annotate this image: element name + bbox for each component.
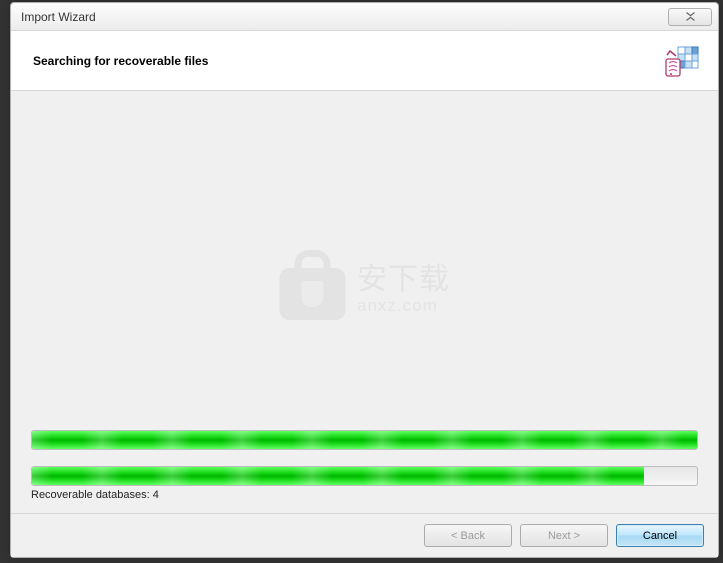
import-wizard-window: Import Wizard Searching for recoverable … xyxy=(10,2,719,558)
wizard-cube-icon xyxy=(664,45,700,84)
watermark-en-text: anxz.com xyxy=(357,296,450,316)
back-button[interactable]: < Back xyxy=(424,524,512,547)
lock-icon xyxy=(279,250,345,320)
watermark: 安下载 anxz.com xyxy=(279,250,450,320)
titlebar: Import Wizard xyxy=(11,3,718,31)
button-bar: < Back Next > Cancel xyxy=(11,513,718,557)
close-button[interactable] xyxy=(668,8,712,26)
watermark-cn-text: 安下载 xyxy=(357,254,450,298)
status-label: Recoverable databases: xyxy=(31,489,150,501)
progress-bar-2: Recoverable databases: 4 xyxy=(31,466,698,501)
progress-bar-1 xyxy=(31,430,698,450)
status-text: Recoverable databases: 4 xyxy=(31,489,698,501)
status-count: 4 xyxy=(153,489,159,501)
close-icon xyxy=(685,12,696,21)
header-heading: Searching for recoverable files xyxy=(33,54,208,68)
cancel-button[interactable]: Cancel xyxy=(616,524,704,547)
window-title: Import Wizard xyxy=(17,10,668,24)
content-area: 安下载 anxz.com Recoverable databases: 4 xyxy=(11,91,718,513)
header-panel: Searching for recoverable files xyxy=(11,31,718,91)
next-button[interactable]: Next > xyxy=(520,524,608,547)
